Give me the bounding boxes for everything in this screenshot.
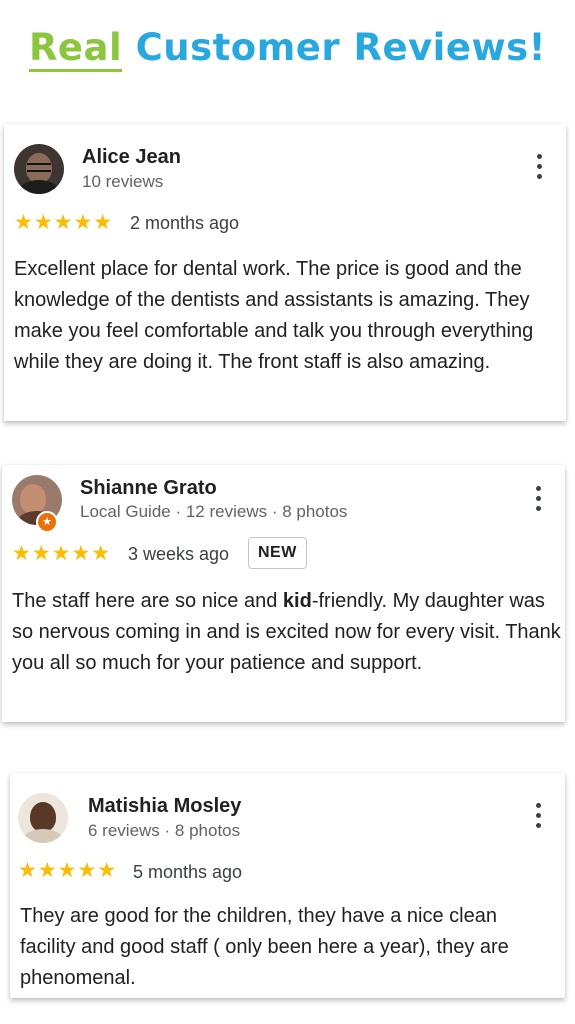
reviewer-name[interactable]: Shianne Grato [80,477,217,500]
star-rating: ★★★★★ [12,541,112,565]
reviewer-meta: 10 reviews [82,172,164,191]
reviewer-name[interactable]: Matishia Mosley [88,795,241,818]
review-text: Excellent place for dental work. The pri… [14,258,534,373]
reviewer-meta: 6 reviews · 8 photos [88,821,241,840]
new-badge: NEW [248,537,307,569]
review-time: 3 weeks ago [128,544,230,564]
review-time: 5 months ago [133,862,243,882]
review-text-part: The staff here are so nice and [12,590,283,612]
star-rating: ★★★★★ [18,858,118,882]
avatar[interactable] [18,793,68,843]
reviewer-name[interactable]: Alice Jean [82,146,181,169]
star-rating: ★★★★★ [14,210,114,234]
more-options-icon[interactable] [534,154,544,184]
local-guide-badge-icon: ★ [36,511,58,533]
more-options-icon[interactable] [533,486,543,516]
review-text: The staff here are so nice and kid-frien… [12,586,567,679]
reviewer-meta: Local Guide · 12 reviews · 8 photos [80,502,348,521]
more-options-icon[interactable] [533,803,543,833]
review-card: Matishia Mosley 6 reviews · 8 photos ★★★… [10,773,565,998]
review-time: 2 months ago [130,213,240,233]
review-card: ★ Shianne Grato Local Guide · 12 reviews… [2,465,565,722]
review-text: They are good for the children, they hav… [20,905,509,989]
page-title-rest: Customer Reviews! [135,26,547,69]
page-title-highlight: Real [28,26,123,72]
review-text-bold: kid [282,590,312,612]
review-card: Alice Jean 10 reviews ★★★★★ 2 months ago… [4,124,566,421]
avatar[interactable] [14,144,64,194]
page-title: Real Customer Reviews! [0,26,575,72]
